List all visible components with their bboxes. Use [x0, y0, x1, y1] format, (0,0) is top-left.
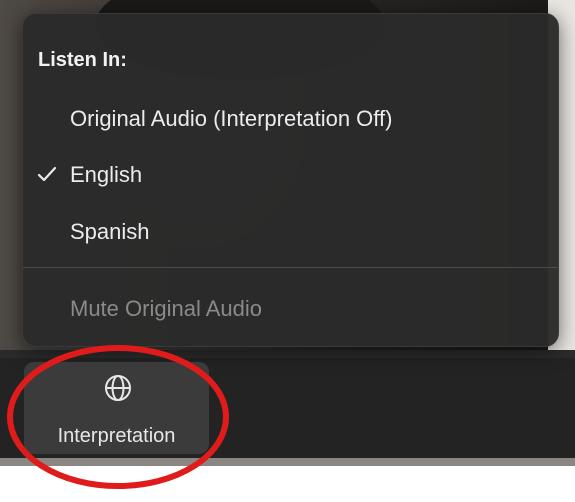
interpretation-menu: Listen In: Original Audio (Interpretatio… [22, 13, 559, 347]
menu-item-english[interactable]: English [23, 150, 558, 198]
menu-item-label: English [70, 162, 143, 187]
menu-item-label: Original Audio (Interpretation Off) [70, 106, 393, 131]
red-circle-annotation [7, 345, 229, 489]
menu-item-spanish[interactable]: Spanish [23, 207, 558, 255]
menu-item-label: Spanish [70, 219, 150, 244]
menu-header: Listen In: [38, 49, 127, 71]
menu-item-mute-original-audio[interactable]: Mute Original Audio [23, 284, 558, 332]
menu-item-label: Mute Original Audio [70, 296, 262, 321]
checkmark-icon [37, 166, 57, 182]
menu-divider [23, 267, 558, 268]
menu-item-original-audio[interactable]: Original Audio (Interpretation Off) [23, 94, 558, 142]
meeting-window: Listen In: Original Audio (Interpretatio… [0, 0, 575, 502]
